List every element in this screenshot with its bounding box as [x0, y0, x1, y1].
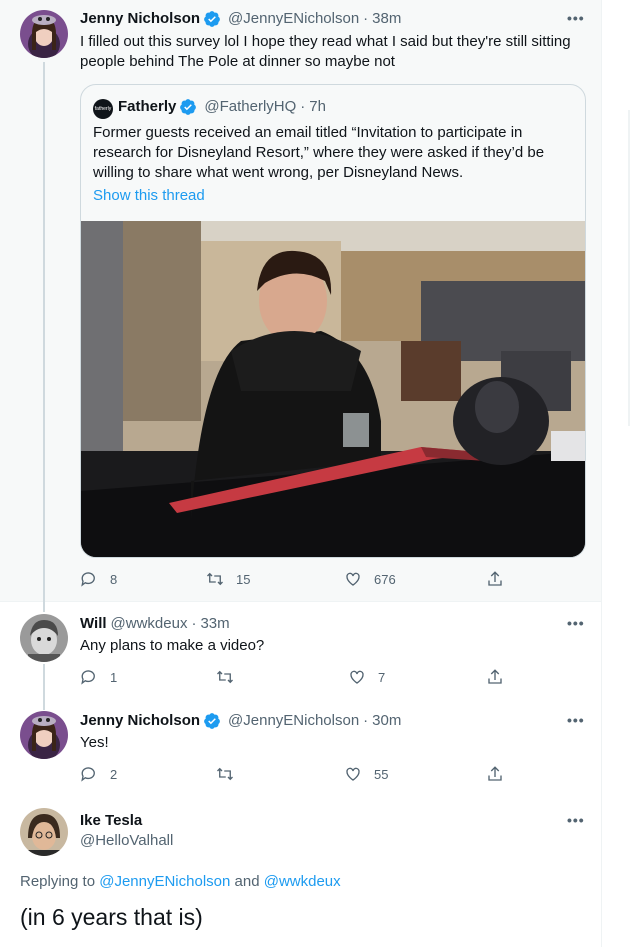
tweet-text: Any plans to make a video?: [80, 637, 265, 654]
tweet-header: Jenny Nicholson @JennyENicholson · 30m: [80, 711, 401, 731]
verified-icon: [203, 10, 221, 28]
like-button[interactable]: 55: [344, 765, 388, 783]
reply-button[interactable]: 8: [80, 570, 117, 588]
quote-photo[interactable]: [81, 221, 585, 557]
timestamp[interactable]: 38m: [372, 9, 401, 29]
mention-link[interactable]: @wwkdeux: [264, 873, 341, 890]
display-name[interactable]: Ike Tesla: [80, 811, 142, 831]
tweet-text: (in 6 years that is): [20, 904, 203, 930]
like-count: 7: [378, 669, 386, 685]
thread-line: [43, 664, 45, 710]
quote-text: Former guests received an email titled “…: [93, 124, 545, 181]
column-border: [601, 0, 602, 947]
retweet-icon: [217, 767, 233, 781]
reply-count: 2: [110, 766, 118, 782]
separator: ·: [363, 712, 369, 729]
share-icon: [488, 669, 502, 684]
share-button[interactable]: [486, 668, 516, 686]
tweet-actions: 8 15 676: [80, 570, 510, 590]
quote-avatar: fatherly: [93, 99, 113, 119]
quote-display-name: Fatherly: [118, 98, 177, 115]
share-button[interactable]: [486, 765, 516, 783]
tweet-handle-row: @HelloValhall: [80, 831, 173, 851]
like-icon: [350, 670, 364, 684]
reply-count: 1: [110, 669, 118, 685]
tweet-header: Ike Tesla: [80, 811, 142, 831]
timestamp[interactable]: 33m: [200, 614, 229, 634]
reply-icon: [81, 767, 95, 782]
avatar[interactable]: [20, 614, 68, 662]
avatar[interactable]: [20, 808, 68, 856]
display-name[interactable]: Jenny Nicholson: [80, 9, 200, 29]
separator: ·: [363, 10, 369, 27]
replying-and: and: [234, 873, 260, 890]
replying-prefix: Replying to: [20, 873, 96, 890]
reply-button[interactable]: 1: [80, 668, 117, 686]
retweet-icon: [217, 670, 233, 684]
handle[interactable]: @JennyENicholson: [228, 9, 359, 29]
like-button[interactable]: 676: [344, 570, 396, 588]
reply-icon: [81, 670, 95, 685]
reply-icon: [81, 572, 95, 587]
retweet-button[interactable]: 15: [206, 570, 250, 588]
display-name[interactable]: Will: [80, 614, 107, 634]
avatar[interactable]: [20, 711, 68, 759]
reply-count: 8: [110, 571, 118, 587]
retweet-count: 15: [236, 571, 251, 587]
more-icon[interactable]: •••: [567, 812, 585, 828]
like-icon: [346, 767, 360, 781]
handle[interactable]: @JennyENicholson: [228, 711, 359, 731]
quote-header: Fatherly @FatherlyHQ · 7h: [118, 97, 326, 117]
reply-button[interactable]: 2: [80, 765, 117, 783]
verified-icon: [203, 712, 221, 730]
like-count: 676: [374, 571, 396, 587]
more-icon[interactable]: •••: [567, 615, 585, 631]
share-button[interactable]: [486, 570, 516, 588]
quote-handle: @FatherlyHQ: [204, 98, 297, 115]
verified-icon: [179, 98, 197, 116]
tweet-header: Will @wwkdeux · 33m: [80, 614, 230, 634]
tweet-actions: 1 7: [80, 668, 510, 688]
retweet-icon: [207, 572, 223, 586]
separator: ·: [300, 98, 306, 115]
like-count: 55: [374, 766, 389, 782]
retweet-button[interactable]: [216, 668, 246, 686]
quote-timestamp: 7h: [309, 98, 326, 115]
share-icon: [488, 766, 502, 781]
quoted-tweet[interactable]: fatherly Fatherly @FatherlyHQ · 7h Forme…: [80, 84, 586, 558]
tweet-header: Jenny Nicholson @JennyENicholson · 38m: [80, 9, 401, 29]
separator: ·: [191, 615, 197, 632]
tweet-actions: 2 55: [80, 765, 510, 785]
timestamp[interactable]: 30m: [372, 711, 401, 731]
thread-line: [43, 602, 45, 612]
more-icon[interactable]: •••: [567, 10, 585, 26]
show-thread-link[interactable]: Show this thread: [93, 186, 205, 206]
avatar[interactable]: [20, 10, 68, 58]
retweet-button[interactable]: [216, 765, 246, 783]
handle[interactable]: @HelloValhall: [80, 831, 173, 851]
more-icon[interactable]: •••: [567, 712, 585, 728]
like-button[interactable]: 7: [348, 668, 385, 686]
thread-line: [43, 62, 45, 602]
share-icon: [488, 571, 502, 586]
tweet-text: I filled out this survey lol I hope they…: [80, 33, 571, 70]
side-panel-edge: [628, 110, 630, 426]
handle[interactable]: @wwkdeux: [111, 614, 188, 634]
tweet-text: Yes!: [80, 734, 109, 751]
mention-link[interactable]: @JennyENicholson: [99, 873, 230, 890]
replying-to: Replying to @JennyENicholson and @wwkdeu…: [20, 872, 341, 892]
display-name[interactable]: Jenny Nicholson: [80, 711, 200, 731]
like-icon: [346, 572, 360, 586]
